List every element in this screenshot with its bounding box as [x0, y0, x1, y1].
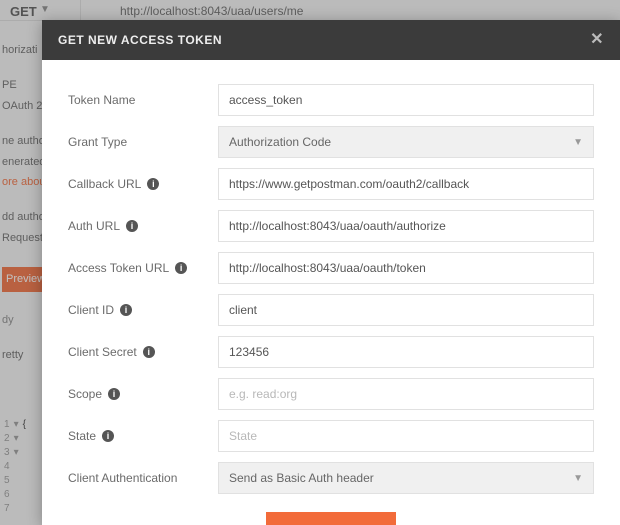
- grant-type-label: Grant Type: [68, 135, 127, 149]
- token-name-label: Token Name: [68, 93, 135, 107]
- modal-body: Token Name Grant Type Authorization Code…: [42, 60, 620, 525]
- info-icon[interactable]: i: [102, 430, 114, 442]
- scope-label: Scope: [68, 387, 102, 401]
- info-icon[interactable]: i: [175, 262, 187, 274]
- info-icon[interactable]: i: [108, 388, 120, 400]
- access-token-modal: GET NEW ACCESS TOKEN ✕ Token Name Grant …: [42, 20, 620, 525]
- access-token-url-label: Access Token URL: [68, 261, 169, 275]
- callback-url-label: Callback URL: [68, 177, 141, 191]
- modal-header: GET NEW ACCESS TOKEN ✕: [42, 20, 620, 60]
- state-input[interactable]: [218, 420, 594, 452]
- scope-input[interactable]: [218, 378, 594, 410]
- client-auth-select[interactable]: Send as Basic Auth header ▼: [218, 462, 594, 494]
- info-icon[interactable]: i: [143, 346, 155, 358]
- grant-type-value: Authorization Code: [229, 135, 331, 149]
- state-label: State: [68, 429, 96, 443]
- client-secret-input[interactable]: [218, 336, 594, 368]
- info-icon[interactable]: i: [147, 178, 159, 190]
- client-secret-label: Client Secret: [68, 345, 137, 359]
- callback-url-input[interactable]: [218, 168, 594, 200]
- chevron-down-icon: ▼: [573, 137, 583, 148]
- client-auth-value: Send as Basic Auth header: [229, 471, 374, 485]
- modal-title: GET NEW ACCESS TOKEN: [58, 33, 222, 47]
- close-icon[interactable]: ✕: [590, 32, 604, 48]
- info-icon[interactable]: i: [120, 304, 132, 316]
- client-id-input[interactable]: [218, 294, 594, 326]
- token-name-input[interactable]: [218, 84, 594, 116]
- client-auth-label: Client Authentication: [68, 471, 177, 485]
- chevron-down-icon: ▼: [573, 473, 583, 484]
- grant-type-select[interactable]: Authorization Code ▼: [218, 126, 594, 158]
- request-token-button[interactable]: Request Token: [266, 512, 397, 525]
- auth-url-input[interactable]: [218, 210, 594, 242]
- client-id-label: Client ID: [68, 303, 114, 317]
- auth-url-label: Auth URL: [68, 219, 120, 233]
- access-token-url-input[interactable]: [218, 252, 594, 284]
- info-icon[interactable]: i: [126, 220, 138, 232]
